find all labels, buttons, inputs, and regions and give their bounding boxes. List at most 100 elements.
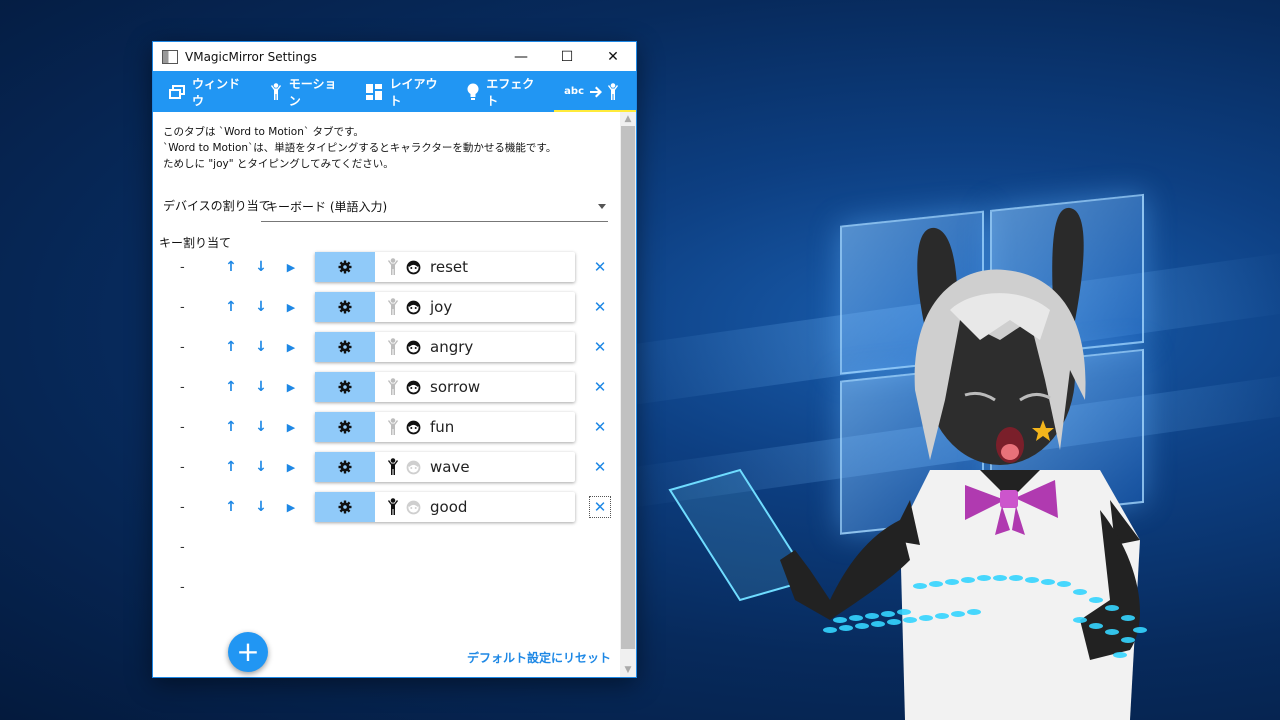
avatar-character bbox=[668, 207, 1147, 720]
motion-card[interactable]: reset bbox=[315, 252, 575, 282]
delete-button[interactable]: ✕ bbox=[589, 376, 611, 398]
scrollbar-thumb[interactable] bbox=[621, 126, 635, 649]
motion-card[interactable]: good bbox=[315, 492, 575, 522]
word-label: wave bbox=[430, 458, 470, 476]
key-value: - bbox=[180, 420, 185, 435]
key-row: - ↑ ↓ ▶ good ✕ bbox=[153, 492, 618, 524]
move-down-button[interactable]: ↓ bbox=[251, 337, 271, 357]
description-line: `Word to Motion`は、単語をタイピングするとキャラクターを動かせる… bbox=[163, 142, 557, 154]
motion-person-icon bbox=[387, 258, 399, 276]
play-button[interactable]: ▶ bbox=[281, 257, 301, 277]
device-select[interactable]: キーボード (単語入力) bbox=[261, 191, 608, 222]
play-button[interactable]: ▶ bbox=[281, 297, 301, 317]
motion-person-icon bbox=[387, 458, 399, 476]
settings-button[interactable] bbox=[315, 372, 375, 402]
key-value: - bbox=[180, 460, 185, 475]
motion-person-icon bbox=[387, 298, 399, 316]
move-up-button[interactable]: ↑ bbox=[221, 497, 241, 517]
word-label: angry bbox=[430, 338, 474, 356]
key-value: - bbox=[180, 500, 185, 515]
settings-button[interactable] bbox=[315, 492, 375, 522]
play-button[interactable]: ▶ bbox=[281, 457, 301, 477]
delete-button[interactable]: ✕ bbox=[589, 296, 611, 318]
key-row: - ↑ ↓ ▶ fun ✕ bbox=[153, 412, 618, 444]
vertical-scrollbar[interactable]: ▲ ▼ bbox=[620, 112, 636, 677]
delete-button[interactable]: ✕ bbox=[589, 496, 611, 518]
play-button[interactable]: ▶ bbox=[281, 377, 301, 397]
key-value: - bbox=[180, 340, 185, 355]
delete-button[interactable]: ✕ bbox=[589, 456, 611, 478]
word-label: sorrow bbox=[430, 378, 481, 396]
close-button[interactable]: ✕ bbox=[590, 42, 636, 71]
scroll-up-arrow-icon[interactable]: ▲ bbox=[620, 112, 636, 126]
maximize-button[interactable]: ☐ bbox=[544, 42, 590, 71]
motion-card[interactable]: fun bbox=[315, 412, 575, 442]
key-row: - ↑ ↓ ▶ reset ✕ bbox=[153, 252, 618, 284]
tab-label: レイアウト bbox=[389, 76, 438, 108]
play-button[interactable]: ▶ bbox=[281, 337, 301, 357]
face-icon bbox=[406, 340, 421, 355]
key-assign-label: キー割り当て bbox=[159, 236, 232, 250]
move-down-button[interactable]: ↓ bbox=[251, 377, 271, 397]
arrow-right-icon bbox=[590, 86, 602, 97]
device-select-value: キーボード (単語入力) bbox=[266, 199, 388, 214]
device-assign-label: デバイスの割り当て bbox=[163, 199, 271, 213]
move-down-button[interactable]: ↓ bbox=[251, 297, 271, 317]
motion-card[interactable]: joy bbox=[315, 292, 575, 322]
move-up-button[interactable]: ↑ bbox=[221, 457, 241, 477]
settings-window: VMagicMirror Settings — ☐ ✕ ウィンドウ モーション … bbox=[152, 41, 637, 678]
play-button[interactable]: ▶ bbox=[281, 497, 301, 517]
face-icon bbox=[406, 380, 421, 395]
motion-person-icon bbox=[387, 378, 399, 396]
motion-card[interactable]: sorrow bbox=[315, 372, 575, 402]
delete-button[interactable]: ✕ bbox=[589, 416, 611, 438]
minimize-button[interactable]: — bbox=[498, 42, 544, 71]
add-button[interactable]: + bbox=[228, 632, 268, 672]
key-row: - ↑ ↓ ▶ angry ✕ bbox=[153, 332, 618, 364]
settings-button[interactable] bbox=[315, 252, 375, 282]
move-down-button[interactable]: ↓ bbox=[251, 257, 271, 277]
move-up-button[interactable]: ↑ bbox=[221, 377, 241, 397]
move-up-button[interactable]: ↑ bbox=[221, 297, 241, 317]
key-row: - ↑ ↓ ▶ wave ✕ bbox=[153, 452, 618, 484]
tab-label: ウィンドウ bbox=[192, 76, 241, 108]
delete-button[interactable]: ✕ bbox=[589, 256, 611, 278]
tab-effect[interactable]: エフェクト bbox=[457, 71, 554, 112]
move-down-button[interactable]: ↓ bbox=[251, 417, 271, 437]
word-label: fun bbox=[430, 418, 455, 436]
key-value: - bbox=[180, 300, 185, 315]
tab-motion[interactable]: モーション bbox=[260, 71, 357, 112]
empty-key-row: - bbox=[153, 532, 618, 564]
move-down-button[interactable]: ↓ bbox=[251, 457, 271, 477]
gear-icon bbox=[338, 260, 352, 274]
reset-to-default-link[interactable]: デフォルト設定にリセット bbox=[467, 649, 611, 666]
description: このタブは `Word to Motion` タブです。 `Word to Mo… bbox=[163, 124, 556, 172]
move-up-button[interactable]: ↑ bbox=[221, 417, 241, 437]
tab-window[interactable]: ウィンドウ bbox=[159, 71, 260, 112]
tab-word-to-motion[interactable]: abc bbox=[554, 71, 636, 112]
motion-card[interactable]: angry bbox=[315, 332, 575, 362]
delete-button[interactable]: ✕ bbox=[589, 336, 611, 358]
face-icon bbox=[406, 260, 421, 275]
tab-layout[interactable]: レイアウト bbox=[356, 71, 457, 112]
motion-card[interactable]: wave bbox=[315, 452, 575, 482]
settings-button[interactable] bbox=[315, 412, 375, 442]
move-up-button[interactable]: ↑ bbox=[221, 337, 241, 357]
settings-button[interactable] bbox=[315, 292, 375, 322]
move-down-button[interactable]: ↓ bbox=[251, 497, 271, 517]
move-up-button[interactable]: ↑ bbox=[221, 257, 241, 277]
key-value: - bbox=[180, 580, 185, 595]
description-line: このタブは `Word to Motion` タブです。 bbox=[163, 126, 364, 138]
gear-icon bbox=[338, 460, 352, 474]
settings-button[interactable] bbox=[315, 332, 375, 362]
window-icon bbox=[169, 84, 185, 99]
scroll-down-arrow-icon[interactable]: ▼ bbox=[620, 663, 636, 677]
key-value: - bbox=[180, 260, 185, 275]
settings-button[interactable] bbox=[315, 452, 375, 482]
window-title: VMagicMirror Settings bbox=[185, 49, 317, 64]
motion-person-icon bbox=[387, 498, 399, 516]
app-icon bbox=[162, 49, 178, 64]
play-button[interactable]: ▶ bbox=[281, 417, 301, 437]
word-label: joy bbox=[430, 298, 453, 316]
title-bar[interactable]: VMagicMirror Settings — ☐ ✕ bbox=[153, 42, 636, 71]
